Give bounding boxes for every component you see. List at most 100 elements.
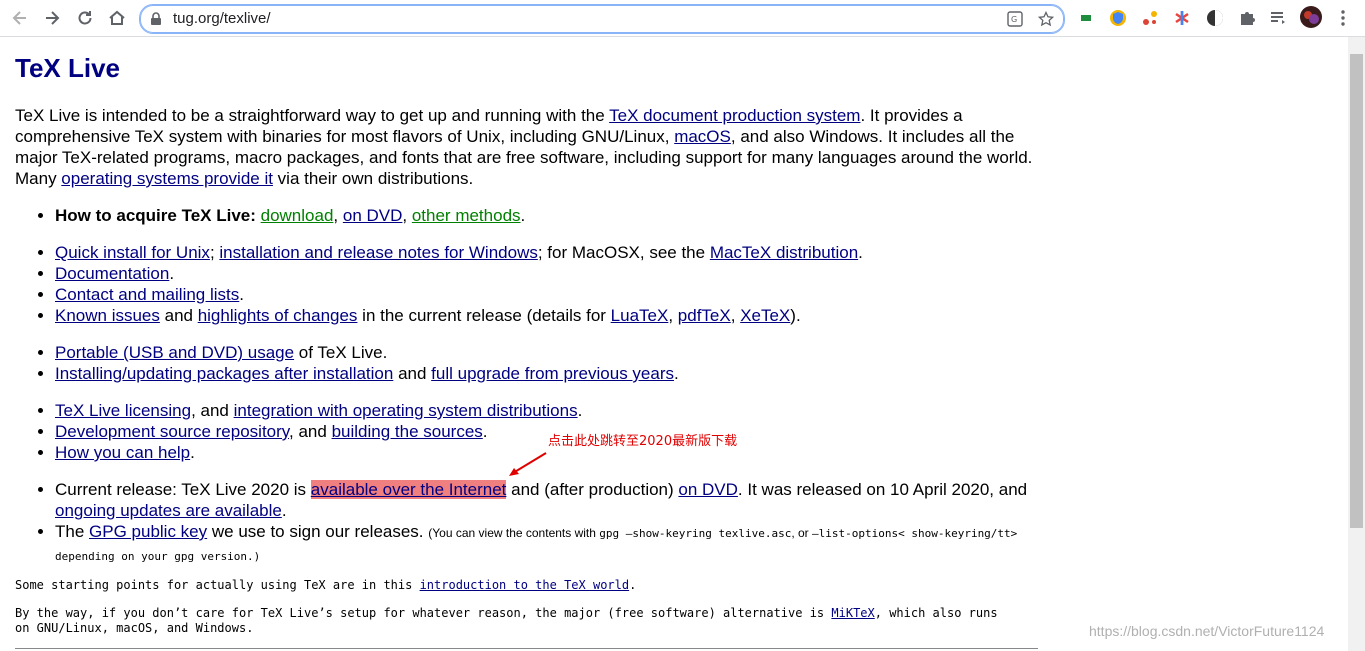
- extensions-puzzle-icon[interactable]: [1237, 8, 1257, 28]
- portable-link[interactable]: Portable (USB and DVD) usage: [55, 343, 294, 362]
- forward-icon[interactable]: [40, 6, 64, 30]
- list-text: , or: [791, 526, 812, 540]
- list-text: ; for MacOSX, see the: [537, 243, 710, 262]
- list-item: Contact and mailing lists.: [55, 284, 1055, 305]
- contact-link[interactable]: Contact and mailing lists: [55, 285, 239, 304]
- highlights-link[interactable]: highlights of changes: [198, 306, 358, 325]
- installing-packages-link[interactable]: Installing/updating packages after insta…: [55, 364, 393, 383]
- browser-menu-icon[interactable]: [1333, 8, 1353, 28]
- back-icon[interactable]: [8, 6, 32, 30]
- list-item: Installing/updating packages after insta…: [55, 363, 1055, 384]
- separator: .: [520, 206, 526, 225]
- separator: .: [281, 501, 287, 520]
- separator: ,: [730, 306, 741, 325]
- code-text: gpg —show-keyring texlive.asc: [599, 527, 792, 540]
- list-item: Portable (USB and DVD) usage of TeX Live…: [55, 342, 1055, 363]
- separator: ;: [209, 243, 220, 262]
- documentation-link[interactable]: Documentation: [55, 264, 169, 283]
- acquire-list: How to acquire TeX Live: download, on DV…: [15, 205, 1055, 226]
- reload-icon[interactable]: [73, 6, 97, 30]
- extension-circle-icon[interactable]: [1205, 8, 1225, 28]
- extension-nodes-icon[interactable]: [1140, 8, 1160, 28]
- separator: .: [858, 243, 863, 262]
- list-text: . It was released on 10 April 2020, and: [737, 480, 1028, 499]
- annotation-text: 点击此处跳转至2020最新版下载: [548, 434, 738, 449]
- known-issues-link[interactable]: Known issues: [55, 306, 160, 325]
- usage-list: Portable (USB and DVD) usage of TeX Live…: [15, 342, 1055, 384]
- separator: .: [190, 443, 195, 462]
- separator: .: [482, 422, 488, 441]
- how-to-help-link[interactable]: How you can help: [55, 443, 190, 462]
- paragraph-text: By the way, if you don’t care for TeX Li…: [15, 606, 832, 620]
- on-dvd-link[interactable]: on DVD: [343, 206, 403, 225]
- list-text: and: [159, 306, 198, 325]
- other-methods-link[interactable]: other methods: [412, 206, 521, 225]
- browser-toolbar: tug.org/texlive/ G: [0, 0, 1365, 37]
- download-link[interactable]: download: [261, 206, 334, 225]
- list-text: in the current release (details for: [357, 306, 611, 325]
- profile-avatar[interactable]: [1300, 6, 1322, 28]
- windows-notes-link[interactable]: installation and release notes for Windo…: [219, 243, 537, 262]
- mactex-link[interactable]: MacTeX distribution: [710, 243, 858, 262]
- gpg-key-link[interactable]: GPG public key: [89, 522, 207, 541]
- list-item: Known issues and highlights of changes i…: [55, 305, 1055, 326]
- starting-points-paragraph: Some starting points for actually using …: [15, 578, 1015, 593]
- lock-icon[interactable]: [150, 12, 162, 31]
- miktex-link[interactable]: MiKTeX: [831, 606, 874, 620]
- dev-repo-link[interactable]: Development source repository: [55, 422, 289, 441]
- acquire-label: How to acquire TeX Live:: [55, 206, 256, 225]
- separator: ,: [402, 206, 412, 225]
- release-on-dvd-link[interactable]: on DVD: [678, 480, 738, 499]
- quick-install-link[interactable]: Quick install for Unix: [55, 243, 210, 262]
- building-sources-link[interactable]: building the sources: [332, 422, 483, 441]
- list-item: Current release: TeX Live 2020 is availa…: [55, 479, 1065, 521]
- bookmark-star-icon[interactable]: [1037, 10, 1055, 28]
- list-text: Current release: TeX Live 2020 is: [55, 480, 311, 499]
- translate-icon[interactable]: G: [1006, 10, 1024, 28]
- list-text: we use to sign our releases.: [207, 522, 429, 541]
- watermark: https://blog.csdn.net/VictorFuture1124: [1089, 623, 1325, 639]
- reading-list-icon[interactable]: [1268, 8, 1288, 28]
- annotation-arrow-icon: [509, 452, 547, 476]
- tds-link[interactable]: TeX document production system: [609, 106, 860, 125]
- list-item: How to acquire TeX Live: download, on DV…: [55, 205, 1055, 226]
- full-upgrade-link[interactable]: full upgrade from previous years: [431, 364, 674, 383]
- separator: .: [629, 578, 637, 592]
- divider: [15, 648, 1038, 649]
- list-item: Documentation.: [55, 263, 1055, 284]
- licensing-link[interactable]: TeX Live licensing: [55, 401, 191, 420]
- ongoing-updates-link[interactable]: ongoing updates are available: [55, 501, 282, 520]
- miktex-paragraph: By the way, if you don’t care for TeX Li…: [15, 606, 1015, 636]
- list-text: The: [55, 522, 90, 541]
- pdftex-link[interactable]: pdfTeX: [678, 306, 731, 325]
- extension-shield-icon[interactable]: [1108, 8, 1128, 28]
- scrollbar-thumb[interactable]: [1350, 54, 1363, 528]
- home-icon[interactable]: [105, 6, 129, 30]
- list-text: and (after production): [506, 480, 679, 499]
- intro-paragraph: TeX Live is intended to be a straightfor…: [15, 105, 1045, 189]
- page-title: TeX Live: [15, 53, 121, 83]
- address-bar[interactable]: tug.org/texlive/ G: [139, 4, 1065, 34]
- list-item: Quick install for Unix; installation and…: [55, 242, 1055, 263]
- url-text[interactable]: tug.org/texlive/: [173, 10, 271, 27]
- tex-world-intro-link[interactable]: introduction to the TeX world: [420, 578, 630, 592]
- intro-text: via their own distributions.: [272, 169, 474, 188]
- luatex-link[interactable]: LuaTeX: [611, 306, 669, 325]
- docs-list: Quick install for Unix; installation and…: [15, 242, 1055, 326]
- separator: ,: [668, 306, 678, 325]
- list-item: The GPG public key we use to sign our re…: [55, 521, 1065, 567]
- list-text: , and: [289, 422, 332, 441]
- extension-asterisk-icon[interactable]: [1172, 8, 1192, 28]
- os-distributions-link[interactable]: operating systems provide it: [61, 169, 273, 188]
- extension-green-flag-icon[interactable]: [1076, 8, 1096, 28]
- svg-text:G: G: [1011, 15, 1017, 24]
- separator: ).: [790, 306, 801, 325]
- separator: .: [674, 364, 679, 383]
- available-over-internet-link[interactable]: available over the Internet: [310, 480, 507, 499]
- xetex-link[interactable]: XeTeX: [740, 306, 790, 325]
- list-text: and: [393, 364, 432, 383]
- integration-link[interactable]: integration with operating system distri…: [234, 401, 578, 420]
- list-item: TeX Live licensing, and integration with…: [55, 400, 1055, 421]
- list-text: (You can view the contents with: [428, 526, 600, 540]
- macos-link[interactable]: macOS: [674, 127, 731, 146]
